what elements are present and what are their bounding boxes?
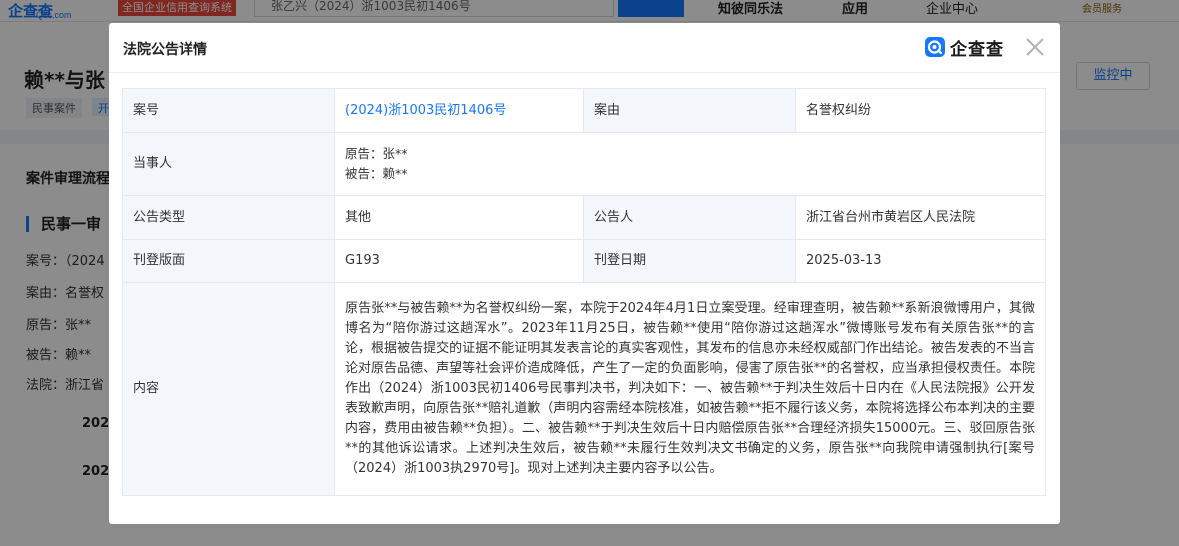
case-no-cell: (2024)浙1003民初1406号 xyxy=(334,88,584,133)
page-value: G193 xyxy=(334,239,584,283)
plaintiff-value: 原告：张** xyxy=(345,146,408,161)
table-row: 案号 (2024)浙1003民初1406号 案由 名誉权纠纷 xyxy=(122,88,1046,133)
party-value: 原告：张** 被告：赖** xyxy=(334,132,1046,196)
table-row: 内容 原告张**与被告赖**为名誉权纠纷一案，本院于2024年4月1日立案受理。… xyxy=(122,282,1046,496)
type-label: 公告类型 xyxy=(122,195,335,240)
close-icon[interactable] xyxy=(1024,36,1046,58)
announcer-value: 浙江省台州市黄岩区人民法院 xyxy=(795,195,1046,240)
table-row: 公告类型 其他 公告人 浙江省台州市黄岩区人民法院 xyxy=(122,195,1046,240)
case-no-link[interactable]: (2024)浙1003民初1406号 xyxy=(345,103,506,118)
cause-label: 案由 xyxy=(583,88,796,133)
content-label: 内容 xyxy=(122,282,335,496)
court-notice-modal: 法院公告详情 企查查 案号 (2024)浙1003民初1406号 案由 名誉权纠… xyxy=(109,23,1060,524)
cause-value: 名誉权纠纷 xyxy=(795,88,1046,133)
brand-name: 企查查 xyxy=(950,39,1004,60)
table-row: 当事人 原告：张** 被告：赖** xyxy=(122,132,1046,196)
brand-logo: 企查查 xyxy=(925,36,1004,60)
date-label: 刊登日期 xyxy=(583,239,796,283)
modal-title: 法院公告详情 xyxy=(123,42,207,58)
modal-header: 法院公告详情 企查查 xyxy=(109,23,1060,73)
announcer-label: 公告人 xyxy=(583,195,796,240)
page-label: 刊登版面 xyxy=(122,239,335,283)
type-value: 其他 xyxy=(334,195,584,240)
notice-detail-table: 案号 (2024)浙1003民初1406号 案由 名誉权纠纷 当事人 原告：张*… xyxy=(122,88,1046,496)
party-label: 当事人 xyxy=(122,132,335,196)
table-row: 刊登版面 G193 刊登日期 2025-03-13 xyxy=(122,239,1046,283)
content-value: 原告张**与被告赖**为名誉权纠纷一案，本院于2024年4月1日立案受理。经审理… xyxy=(334,282,1046,496)
brand-logo-icon xyxy=(925,37,945,57)
defendant-value: 被告：赖** xyxy=(345,166,408,181)
case-no-label: 案号 xyxy=(122,88,335,133)
date-value: 2025-03-13 xyxy=(795,239,1046,283)
